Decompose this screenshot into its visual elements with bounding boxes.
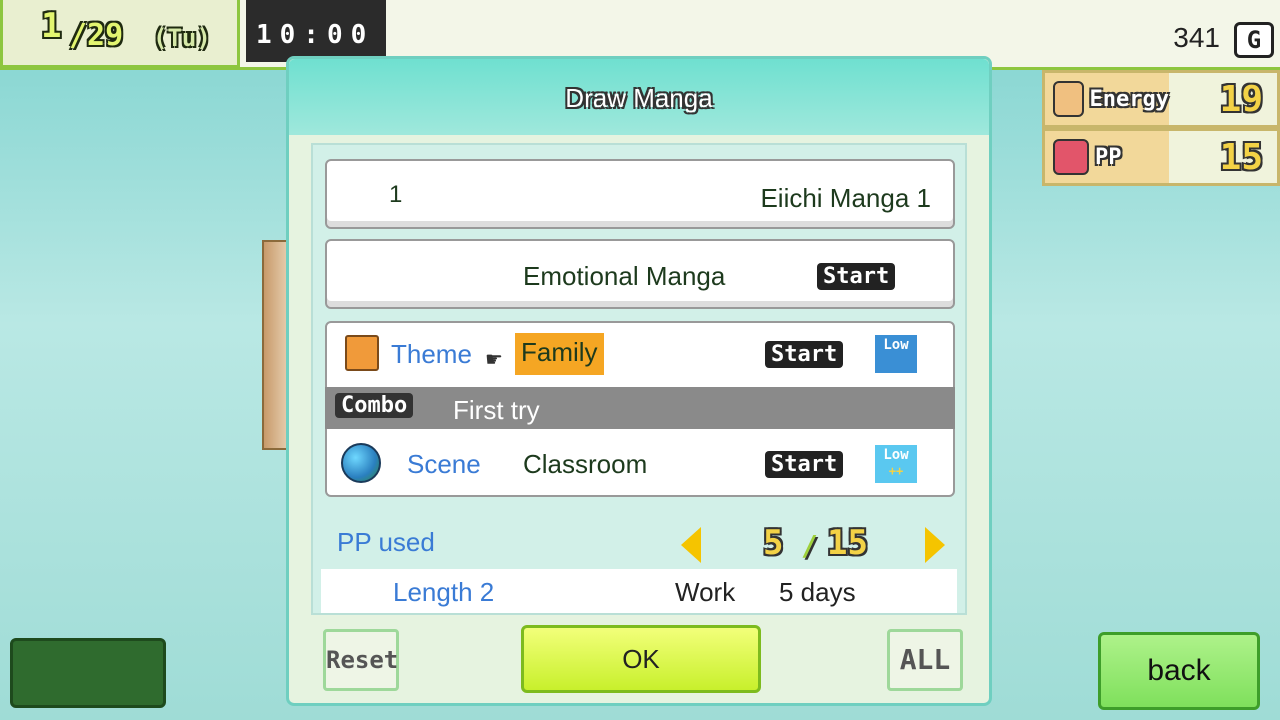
date-month: 1 [41,6,62,46]
ok-button[interactable]: OK [521,625,761,693]
series-row[interactable]: 1 Eiichi Manga 1 [325,159,955,229]
pp-stat: PP 15 [1042,128,1280,186]
pp-decrease-arrow-icon[interactable] [681,527,701,563]
genre-row[interactable]: Emotional Manga Start [325,239,955,309]
combo-label: Combo [335,393,414,418]
series-number: 1 [389,181,403,208]
gold-amount: 341 [1173,22,1220,53]
pp-used-separator: / [801,529,818,562]
draw-manga-dialog: Draw Manga 1 Eiichi Manga 1 Emotional Ma… [286,56,992,706]
theme-start-badge: Start [765,341,844,368]
work-label: Work [675,577,736,607]
all-button[interactable]: ALL [887,629,963,691]
work-duration: 5 days [779,577,856,607]
scene-row[interactable]: Scene Classroom Start Low ++ [327,431,953,495]
pp-used-current: 5 [763,523,784,563]
globe-icon [341,443,381,483]
combo-text: First try [453,395,540,425]
pp-used-label: PP used [337,527,435,557]
scene-label: Scene [407,449,481,479]
date-display: 1 /29 (Tu) [0,0,240,68]
genre-start-badge: Start [817,263,896,290]
length-work-row: Length 2 Work 5 days [321,569,957,613]
series-name: Eiichi Manga 1 [760,183,931,213]
pp-icon [1053,139,1089,175]
pointer-hand-icon: ☛ [485,349,503,371]
length-label: Length 2 [393,577,495,607]
menu-button[interactable] [10,638,166,708]
pp-label: PP [1095,144,1122,170]
clock-time: 10:00 [246,0,386,62]
reset-button[interactable]: Reset [323,629,399,691]
energy-value: 19 [1219,79,1263,120]
pp-increase-arrow-icon[interactable] [925,527,945,563]
theme-level-badge: Low [875,335,917,373]
theme-row[interactable]: Theme ☛ Family Start Low [327,323,953,385]
genre-name: Emotional Manga [523,261,726,291]
theme-value: Family [515,333,604,375]
gold-icon: G [1234,22,1274,58]
pp-value: 15 [1219,137,1263,178]
energy-stat: Energy 19 [1042,70,1280,128]
combo-bar: Combo First try [325,387,955,429]
energy-label: Energy [1089,86,1169,112]
dialog-title: Draw Manga [289,59,989,135]
theme-scene-block: Theme ☛ Family Start Low Combo First try… [325,321,955,497]
scene-level-extra: ++ [888,464,904,478]
scene-level-text: Low [883,447,909,463]
theme-label: Theme [391,339,472,369]
scene-start-badge: Start [765,451,844,478]
back-button[interactable]: back [1098,632,1260,710]
theme-book-icon [345,335,379,371]
scene-value: Classroom [523,449,648,479]
date-day: /29 [69,18,124,53]
date-weekday: (Tu) [153,24,211,52]
pp-used-max: 15 [827,523,868,563]
scene-level-badge: Low ++ [875,445,917,483]
energy-icon [1053,81,1084,117]
dialog-body: 1 Eiichi Manga 1 Emotional Manga Start T… [311,143,967,615]
